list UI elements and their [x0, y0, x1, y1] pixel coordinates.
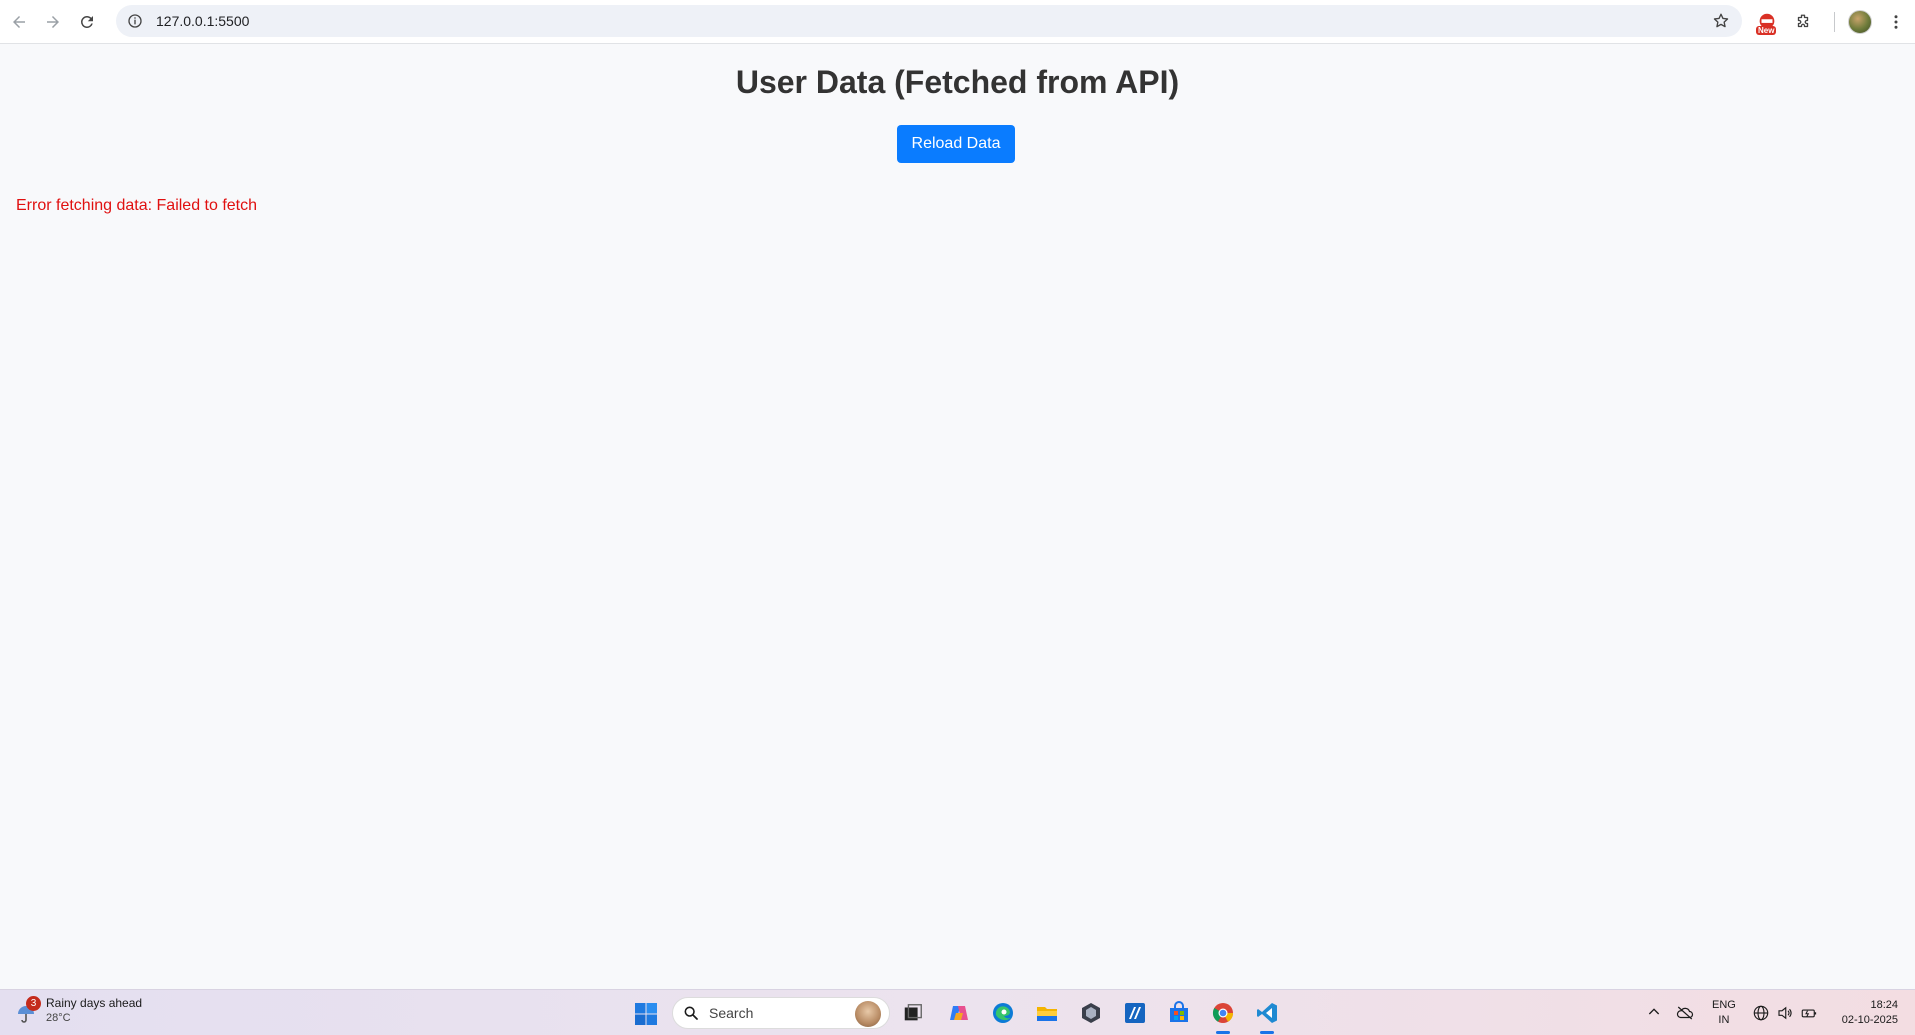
- bookmark-star-icon[interactable]: [1712, 12, 1730, 30]
- weather-title: Rainy days ahead: [46, 996, 143, 1010]
- toolbar-divider: [1834, 12, 1835, 32]
- copilot-icon[interactable]: [944, 998, 974, 1028]
- language-region: IN: [1718, 1014, 1730, 1026]
- refresh-icon: [80, 15, 93, 28]
- taskbar: 3 Rainy days ahead 28°C Search ENG IN 18…: [0, 989, 1915, 1035]
- site-info-icon[interactable]: [126, 12, 144, 30]
- search-highlight-image: [855, 1001, 881, 1027]
- extensions-puzzle-icon[interactable]: [1788, 7, 1818, 37]
- arrow-left-icon: [13, 15, 25, 28]
- clock-date: 02-10-2025: [1841, 1014, 1898, 1026]
- umbrella-icon: 3: [14, 996, 41, 1024]
- weather-alert-badge: 3: [26, 996, 41, 1011]
- chrome-browser-icon[interactable]: [1208, 998, 1238, 1034]
- language-indicator[interactable]: ENG IN: [1712, 998, 1736, 1028]
- profile-button[interactable]: [1845, 7, 1875, 37]
- extensions-area: New: [1752, 6, 1915, 38]
- kebab-menu-icon: [1894, 15, 1898, 29]
- microsoft-store-icon[interactable]: [1164, 998, 1194, 1028]
- menu-button[interactable]: [1881, 7, 1911, 37]
- language-code: ENG: [1712, 999, 1736, 1011]
- reload-page-button[interactable]: [72, 7, 102, 37]
- taskbar-search-input[interactable]: Search: [672, 997, 890, 1029]
- file-explorer-icon[interactable]: [1032, 998, 1062, 1028]
- page-title: User Data (Fetched from API): [735, 64, 1180, 100]
- forward-button[interactable]: [38, 7, 68, 37]
- extension-new-badge: New: [1756, 26, 1777, 35]
- address-bar[interactable]: 127.0.0.1:5500: [116, 5, 1742, 37]
- weather-temperature: 28°C: [46, 1012, 71, 1024]
- avatar: [1848, 10, 1872, 34]
- weather-widget[interactable]: 3 Rainy days ahead 28°C: [14, 996, 142, 1026]
- onedrive-offline-icon[interactable]: [1676, 1004, 1694, 1027]
- clock-time: 18:24: [1870, 999, 1898, 1011]
- page-content: User Data (Fetched from API) Reload Data…: [0, 44, 1915, 989]
- vscode-icon[interactable]: [1252, 998, 1282, 1034]
- task-view-icon[interactable]: [898, 998, 928, 1028]
- app-hexagon-icon[interactable]: [1076, 998, 1106, 1028]
- search-placeholder: Search: [709, 1005, 754, 1021]
- browser-toolbar: 127.0.0.1:5500 New: [0, 0, 1915, 44]
- battery-icon[interactable]: [1800, 1004, 1818, 1027]
- extension-new-icon[interactable]: New: [1752, 7, 1782, 37]
- reload-data-button[interactable]: Reload Data: [897, 125, 1015, 163]
- url-text[interactable]: 127.0.0.1:5500: [156, 13, 249, 29]
- system-clock[interactable]: 18:24 02-10-2025: [1832, 998, 1898, 1028]
- edge-browser-icon[interactable]: [988, 998, 1018, 1028]
- windows-start-icon[interactable]: [634, 1002, 658, 1026]
- arrow-right-icon: [47, 15, 59, 28]
- error-message: Error fetching data: Failed to fetch: [16, 197, 258, 214]
- back-button[interactable]: [4, 7, 34, 37]
- chevron-up-icon[interactable]: [1646, 1004, 1662, 1025]
- app-blue-square-icon[interactable]: [1120, 998, 1150, 1028]
- search-icon: [684, 1006, 698, 1020]
- volume-icon[interactable]: [1776, 1004, 1794, 1027]
- network-globe-icon[interactable]: [1752, 1004, 1770, 1027]
